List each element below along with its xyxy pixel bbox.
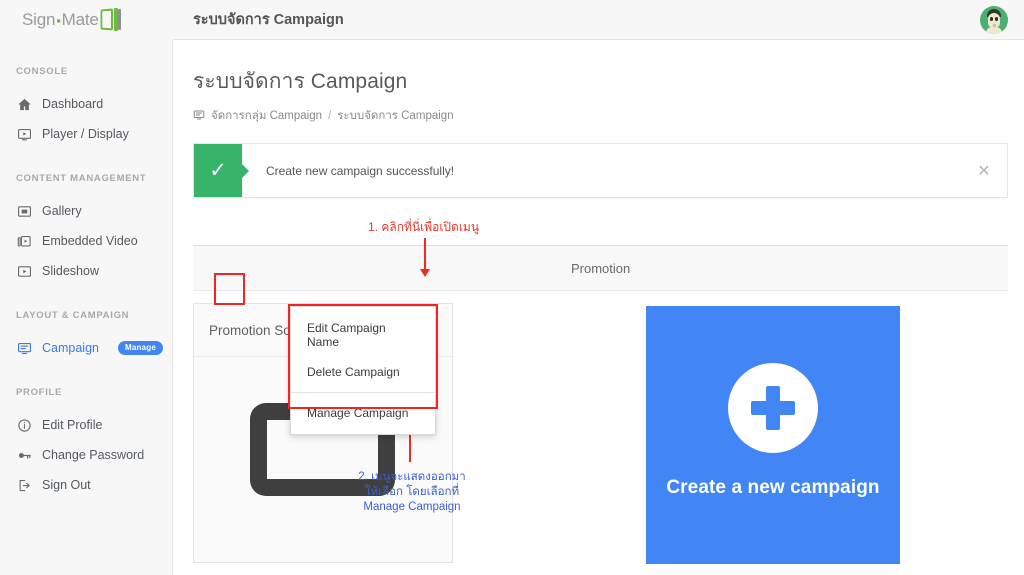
app-title: ระบบจัดการ Campaign	[193, 12, 344, 28]
campaign-icon	[16, 340, 32, 356]
sidebar-item-label: Dashboard	[42, 97, 104, 111]
sidebar-item-dashboard[interactable]: Dashboard	[0, 89, 172, 119]
sidebar-section-console: CONSOLE	[16, 66, 68, 77]
sidebar-section-content-management: CONTENT MANAGEMENT	[16, 173, 147, 184]
create-new-campaign-button[interactable]: Create a new campaign	[646, 306, 900, 564]
sidebar-item-label: Slideshow	[42, 264, 99, 278]
sidebar-item-gallery[interactable]: Gallery	[0, 196, 172, 226]
breadcrumb-parent[interactable]: จัดการกลุ่ม Campaign	[211, 107, 322, 125]
image-icon	[16, 203, 32, 219]
top-bar: Sign▪Mate ระบบจัดการ Campaign	[0, 0, 1024, 40]
annotation-step-2: 2. เมนูจะแสดงออกมาให้เลือก โดยเลือกที่ M…	[358, 471, 466, 513]
sidebar-item-embedded-video[interactable]: Embedded Video	[0, 226, 172, 256]
sidebar-section-profile: PROFILE	[16, 387, 63, 398]
menu-separator	[291, 392, 435, 393]
menu-item-manage-campaign[interactable]: Manage Campaign	[291, 398, 435, 428]
breadcrumb: จัดการกลุ่ม Campaign / ระบบจัดการ Campai…	[193, 107, 1024, 125]
info-icon	[16, 417, 32, 433]
success-alert: ✓ Create new campaign successfully! ✕	[193, 143, 1008, 198]
sidebar-item-label: Gallery	[42, 204, 82, 218]
logo-text-mate: Mate	[61, 10, 99, 29]
sidebar-item-change-password[interactable]: Change Password	[0, 440, 172, 470]
slideshow-icon	[16, 263, 32, 279]
menu-item-delete-campaign[interactable]: Delete Campaign	[291, 357, 435, 387]
sidebar-item-label: Embedded Video	[42, 234, 138, 248]
sidebar-item-label: Change Password	[42, 448, 145, 462]
sidebar-section-layout-campaign: LAYOUT & CAMPAIGN	[16, 310, 130, 321]
check-icon: ✓	[194, 144, 249, 197]
alert-message: Create new campaign successfully!	[266, 163, 455, 178]
breadcrumb-separator: /	[328, 110, 332, 122]
create-new-campaign-label: Create a new campaign	[666, 477, 880, 498]
logo-text-sign: Sign	[22, 10, 56, 29]
sidebar-item-label: Campaign	[42, 341, 99, 355]
menu-item-edit-campaign-name[interactable]: Edit Campaign Name	[291, 313, 435, 357]
sidebar-item-slideshow[interactable]: Slideshow	[0, 256, 172, 286]
status-badge: Manage	[117, 341, 163, 355]
sidebar-item-label: Player / Display	[42, 127, 129, 141]
monitor-play-icon	[16, 126, 32, 142]
annotation-step-1: 1. คลิกที่นี่เพื่อเปิดเมนู	[368, 220, 480, 234]
home-icon	[16, 96, 32, 112]
sidebar-item-edit-profile[interactable]: Edit Profile	[0, 410, 172, 440]
sidebar-item-label: Edit Profile	[42, 418, 103, 432]
campaign-management-page: Sign▪Mate ระบบจัดการ Campaign CONSOLE Da…	[0, 0, 1024, 575]
sidebar-item-sign-out[interactable]: Sign Out	[0, 470, 172, 500]
campaign-icon	[193, 109, 205, 124]
key-icon	[16, 447, 32, 463]
logo-screen-icon	[100, 8, 122, 31]
avatar[interactable]	[980, 6, 1008, 34]
sign-out-icon	[16, 477, 32, 493]
sidebar-item-campaign[interactable]: Campaign Manage	[0, 333, 172, 363]
campaign-group-bar: Promotion	[193, 245, 1008, 291]
annotation-arrow-down-icon	[420, 238, 430, 277]
breadcrumb-current: ระบบจัดการ Campaign	[337, 110, 454, 122]
group-name: Promotion	[571, 260, 631, 276]
plus-icon	[728, 363, 818, 453]
close-icon[interactable]: ✕	[961, 144, 1007, 197]
campaign-context-menu[interactable]: Edit Campaign Name Delete Campaign Manag…	[290, 306, 436, 435]
video-stack-icon	[16, 233, 32, 249]
logo[interactable]: Sign▪Mate	[0, 0, 173, 40]
page-header: ระบบจัดการ Campaign จัดการกลุ่ม Campaign…	[173, 40, 1024, 125]
page-title: ระบบจัดการ Campaign	[193, 70, 408, 93]
sidebar-item-label: Sign Out	[42, 478, 91, 492]
sidebar-item-player-display[interactable]: Player / Display	[0, 119, 172, 149]
sidebar: CONSOLE Dashboard Player / Display CONTE…	[0, 40, 173, 575]
